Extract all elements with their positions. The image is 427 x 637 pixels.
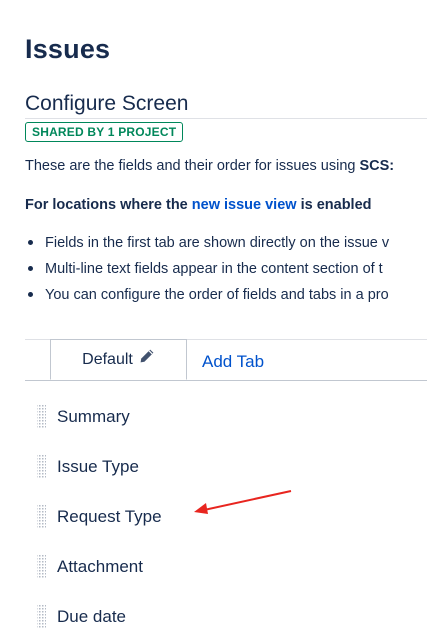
screen-title: Configure Screen: [25, 92, 189, 115]
description-text: These are the fields and their order for…: [25, 158, 360, 174]
page-title: Issues: [25, 34, 111, 64]
field-row-request-type[interactable]: Request Type: [36, 505, 162, 529]
field-label: Request Type: [57, 507, 162, 526]
add-tab-link[interactable]: Add Tab: [202, 352, 264, 372]
screen-description: These are the fields and their order for…: [25, 158, 394, 174]
field-row-summary[interactable]: Summary: [36, 405, 130, 429]
description-screen-name: SCS:: [359, 158, 395, 174]
locations-heading-suffix: is enabled: [296, 197, 372, 213]
pencil-icon[interactable]: [139, 348, 155, 364]
field-row-attachment[interactable]: Attachment: [36, 555, 143, 579]
field-label: Summary: [57, 407, 130, 426]
info-bullet-list: Fields in the first tab are shown direct…: [25, 233, 389, 311]
drag-handle-icon[interactable]: [36, 555, 46, 579]
field-label: Attachment: [57, 557, 143, 576]
drag-handle-icon[interactable]: [36, 455, 46, 479]
field-row-issue-type[interactable]: Issue Type: [36, 455, 139, 479]
info-bullet-multiline: Multi-line text fields appear in the con…: [25, 259, 389, 285]
drag-handle-icon[interactable]: [36, 605, 46, 629]
tab-default-label: Default: [82, 350, 133, 368]
tab-bar-bottom-border: [25, 380, 427, 381]
locations-heading-prefix: For locations where the: [25, 197, 192, 213]
info-bullet-configure: You can configure the order of fields an…: [25, 285, 389, 311]
drag-handle-icon[interactable]: [36, 505, 46, 529]
drag-handle-icon[interactable]: [36, 405, 46, 429]
title-divider: [25, 118, 427, 119]
info-bullet-first-tab: Fields in the first tab are shown direct…: [25, 233, 389, 259]
field-label: Issue Type: [57, 457, 139, 476]
locations-heading: For locations where the new issue view i…: [25, 197, 372, 213]
field-row-due-date[interactable]: Due date: [36, 605, 126, 629]
field-label: Due date: [57, 607, 126, 626]
shared-by-badge[interactable]: SHARED BY 1 PROJECT: [25, 122, 184, 142]
new-issue-view-link[interactable]: new issue view: [192, 197, 297, 213]
tab-default[interactable]: Default: [50, 339, 187, 380]
